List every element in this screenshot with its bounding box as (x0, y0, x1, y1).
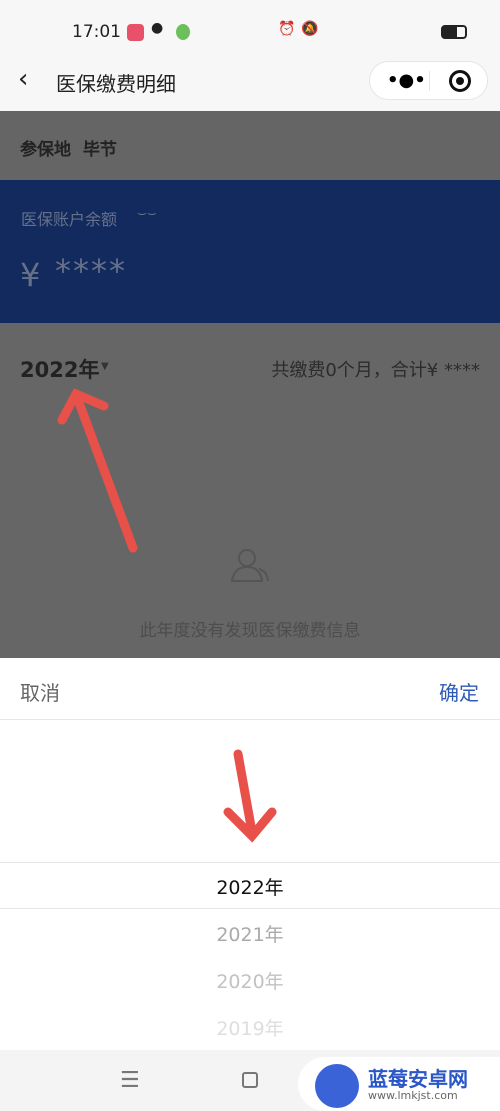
capsule-menu: •●• (369, 61, 488, 100)
picker-option[interactable]: 2022年 (0, 873, 500, 900)
empty-message: 此年度没有发现医保缴费信息 (139, 621, 361, 641)
watermark-url: www.lmkjst.com (368, 1089, 458, 1102)
hide-eye-icon[interactable]: ⌣⌣ (137, 204, 157, 222)
insured-location: 参保地 毕节 (0, 111, 500, 180)
payment-summary: 共缴费0个月，合计¥ **** (271, 360, 480, 381)
watermark: 蓝莓安卓网 www.lmkjst.com (298, 1057, 500, 1111)
battery-icon (441, 25, 467, 39)
year-picker-sheet: 取消 确定 2022年 2021年 2020年 2019年 (0, 658, 500, 1050)
cancel-button[interactable]: 取消 (20, 677, 60, 706)
status-time: 17:01 (72, 22, 121, 42)
year-selector[interactable]: 2022年 (20, 354, 99, 384)
balance-label: 医保账户余额 (21, 210, 118, 229)
status-icons: ⏰🔕 (278, 21, 325, 37)
home-icon[interactable] (242, 1072, 258, 1088)
close-miniprogram-icon[interactable] (449, 70, 471, 92)
app-icon (176, 24, 190, 40)
year-row: 2022年 ▼ 共缴费0个月，合计¥ **** (0, 323, 500, 410)
empty-state: 此年度没有发现医保缴费信息 (0, 410, 500, 658)
dropdown-icon[interactable]: ▼ (101, 361, 109, 372)
confirm-button[interactable]: 确定 (439, 677, 479, 706)
video-app-icon (127, 24, 144, 41)
menu-icon[interactable]: ☰ (120, 1068, 140, 1093)
person-icon (230, 549, 269, 582)
page-title: 医保缴费明细 (56, 72, 176, 96)
wechat-icon: ● (151, 20, 164, 36)
balance-card: 医保账户余额 ⌣⌣ ¥ **** (0, 180, 500, 323)
location-value: 毕节 (82, 140, 117, 160)
back-icon[interactable]: ‹ (18, 64, 28, 94)
location-label: 参保地 (20, 140, 71, 160)
nav-bar: ‹ 医保缴费明细 •●• (0, 50, 500, 111)
status-bar: 17:01 ● ⏰🔕 (0, 0, 500, 50)
watermark-logo-icon (315, 1064, 359, 1108)
balance-amount: **** (55, 252, 127, 290)
more-icon[interactable]: •●• (387, 70, 426, 91)
picker-option[interactable]: 2021年 (0, 920, 500, 947)
picker-option[interactable]: 2019年 (0, 1014, 500, 1041)
system-nav-bar: ☰ 蓝莓安卓网 www.lmkjst.com (0, 1050, 500, 1111)
watermark-brand: 蓝莓安卓网 (368, 1067, 468, 1091)
picker-option[interactable]: 2020年 (0, 967, 500, 994)
currency-symbol: ¥ (20, 256, 41, 294)
